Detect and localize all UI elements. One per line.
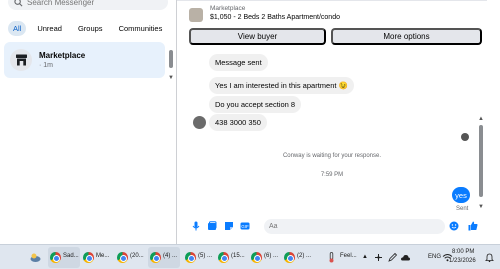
- taskbar: Sad... Me... (20... (4) ... (5) ... (15.…: [0, 244, 500, 269]
- chat-panel: Marketplace $1,050 - 2 Beds 2 Baths Apar…: [177, 0, 500, 244]
- marketplace-icon: [10, 49, 32, 71]
- seen-avatar-icon: [461, 133, 469, 141]
- taskbar-app-label[interactable]: (15...: [231, 253, 245, 259]
- clock-date[interactable]: 1/23/2026: [449, 258, 476, 264]
- sidebar: All Unread Groups Communities Marketplac…: [0, 0, 176, 244]
- message-input[interactable]: [269, 223, 429, 230]
- scroll-down-icon[interactable]: ▼: [478, 204, 484, 210]
- view-buyer-button[interactable]: View buyer: [189, 28, 326, 45]
- svg-text:GIF: GIF: [241, 224, 249, 229]
- taskbar-app-label[interactable]: (6) ...: [264, 253, 278, 259]
- pen-icon[interactable]: [387, 252, 398, 263]
- like-icon[interactable]: [468, 221, 478, 231]
- conversation-name: Marketplace: [39, 51, 86, 60]
- message-composer[interactable]: [264, 219, 445, 234]
- chat-scrollbar[interactable]: [479, 125, 483, 197]
- chrome-icon[interactable]: [117, 252, 128, 263]
- clock-time[interactable]: 8:00 PM: [452, 249, 474, 255]
- banner-title: Marketplace: [210, 5, 246, 12]
- chrome-icon[interactable]: [150, 252, 161, 263]
- taskbar-app-label[interactable]: Me...: [96, 253, 109, 259]
- message-bubble[interactable]: Do you accept section 8: [209, 96, 302, 113]
- chrome-icon[interactable]: [50, 252, 61, 263]
- gif-icon[interactable]: GIF: [240, 221, 250, 231]
- scroll-down-icon[interactable]: ▼: [168, 75, 174, 81]
- listing-thumbnail[interactable]: [189, 8, 203, 22]
- language-indicator[interactable]: ENG: [428, 254, 441, 260]
- sidebar-scrollbar[interactable]: [169, 50, 173, 68]
- network-icon[interactable]: [373, 252, 384, 263]
- microphone-icon[interactable]: [191, 221, 201, 231]
- chrome-icon[interactable]: [83, 252, 94, 263]
- taskbar-app-label[interactable]: (2) ...: [297, 253, 311, 259]
- thermometer-icon[interactable]: [326, 252, 337, 263]
- messenger-window: All Unread Groups Communities Marketplac…: [0, 0, 500, 244]
- avatar[interactable]: [193, 116, 206, 129]
- filter-communities[interactable]: Communities: [114, 21, 168, 36]
- notification-bell-icon[interactable]: [484, 252, 495, 263]
- conversation-marketplace[interactable]: Marketplace · 1m: [4, 42, 165, 78]
- weather-label[interactable]: Feel...: [340, 253, 357, 259]
- tray-overflow-icon[interactable]: ▲: [362, 254, 368, 260]
- taskbar-app-label[interactable]: (4) ...: [163, 253, 177, 259]
- widgets-icon[interactable]: [30, 252, 41, 263]
- emoji-icon[interactable]: [449, 221, 459, 231]
- filter-groups[interactable]: Groups: [73, 21, 108, 36]
- message-bubble[interactable]: Message sent: [209, 54, 268, 71]
- chrome-icon[interactable]: [185, 252, 196, 263]
- message-status: Sent: [456, 206, 469, 212]
- cloud-icon[interactable]: [400, 252, 411, 263]
- photo-icon[interactable]: [207, 221, 217, 231]
- conversation-time: · 1m: [39, 62, 53, 69]
- divider: [177, 0, 487, 1]
- scroll-up-icon[interactable]: ▲: [478, 116, 484, 122]
- message-bubble[interactable]: 438 3000 350: [209, 114, 267, 131]
- filter-unread[interactable]: Unread: [32, 21, 67, 36]
- message-bubble[interactable]: Yes I am interested in this apartment 😉: [209, 77, 354, 94]
- listing-banner: Marketplace $1,050 - 2 Beds 2 Baths Apar…: [189, 5, 340, 22]
- system-notice: Conway is waiting for your response.: [282, 153, 382, 159]
- taskbar-app-label[interactable]: (5) ...: [198, 253, 212, 259]
- search-input[interactable]: [27, 0, 147, 7]
- filter-all[interactable]: All: [8, 21, 27, 36]
- listing-title[interactable]: $1,050 - 2 Beds 2 Baths Apartment/condo: [210, 14, 340, 21]
- chrome-icon[interactable]: [251, 252, 262, 263]
- taskbar-app-label[interactable]: (20...: [130, 253, 144, 259]
- search-icon: [14, 0, 23, 6]
- timestamp: 7:59 PM: [320, 172, 344, 178]
- sticker-icon[interactable]: [224, 221, 234, 231]
- more-options-button[interactable]: More options: [331, 28, 482, 45]
- filter-chips: All Unread Groups Communities: [8, 21, 167, 36]
- my-message-bubble[interactable]: yes: [452, 187, 470, 203]
- search-box[interactable]: [8, 0, 168, 10]
- taskbar-app-label[interactable]: Sad...: [63, 253, 79, 259]
- chrome-icon[interactable]: [218, 252, 229, 263]
- chrome-icon[interactable]: [284, 252, 295, 263]
